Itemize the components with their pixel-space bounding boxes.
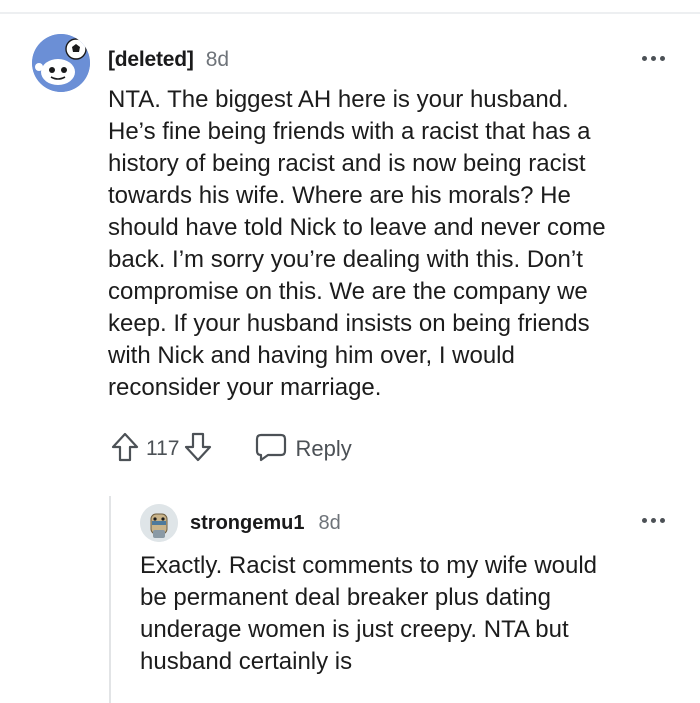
- reply-line: Exactly. Racist comments to my wife woul…: [140, 552, 598, 579]
- downvote-icon[interactable]: [183, 431, 213, 468]
- thread-line[interactable]: [109, 496, 111, 703]
- comment-body: NTA. The biggest AH here is your husband…: [108, 84, 683, 404]
- comment-line: compromise on this. We are the company w…: [108, 278, 588, 305]
- reply-label: Reply: [295, 436, 352, 461]
- reply-line: underage women is just creepy. NTA but: [140, 616, 569, 643]
- comment-thread: [deleted] 8d NTA. The biggest AH here is…: [0, 0, 700, 703]
- upvote-icon[interactable]: [110, 431, 140, 468]
- more-options-icon[interactable]: [640, 514, 668, 528]
- divider: [0, 12, 700, 14]
- comment-line: reconsider your marriage.: [108, 374, 382, 401]
- snoo-soccer-avatar-icon[interactable]: [32, 34, 90, 92]
- reply-body: Exactly. Racist comments to my wife woul…: [140, 550, 685, 678]
- comment-line: He’s fine being friends with a racist th…: [108, 118, 591, 145]
- reply-line: husband certainly is: [140, 648, 353, 675]
- comment-line: towards his wife. Where are his morals? …: [108, 182, 571, 209]
- comment-actions: 117 Reply: [110, 430, 352, 468]
- user-avatar-icon[interactable]: [140, 504, 178, 542]
- comment-line: keep. If your husband insists on being f…: [108, 310, 590, 337]
- reply-age: 8d: [318, 511, 341, 534]
- reply-header: strongemu1 8d: [190, 510, 341, 536]
- vote-count: 117: [146, 437, 180, 460]
- comment-line: NTA. The biggest AH here is your husband…: [108, 86, 569, 113]
- more-options-icon[interactable]: [640, 52, 668, 66]
- comment-line: history of being racist and is now being…: [108, 150, 586, 177]
- reply-author[interactable]: strongemu1: [190, 512, 304, 535]
- comment-line: with Nick and having him over, I would: [108, 342, 515, 369]
- reply-line: be permanent deal breaker plus dating: [140, 584, 551, 611]
- comment-age: 8d: [205, 48, 230, 71]
- comment-header: [deleted] 8d: [108, 46, 229, 74]
- comment-line: should have told Nick to leave and never…: [108, 214, 606, 241]
- comment-author[interactable]: [deleted]: [108, 48, 194, 72]
- reply-button[interactable]: Reply: [255, 432, 352, 467]
- comment-line: back. I’m sorry you’re dealing with this…: [108, 246, 583, 273]
- speech-bubble-icon: [255, 432, 287, 467]
